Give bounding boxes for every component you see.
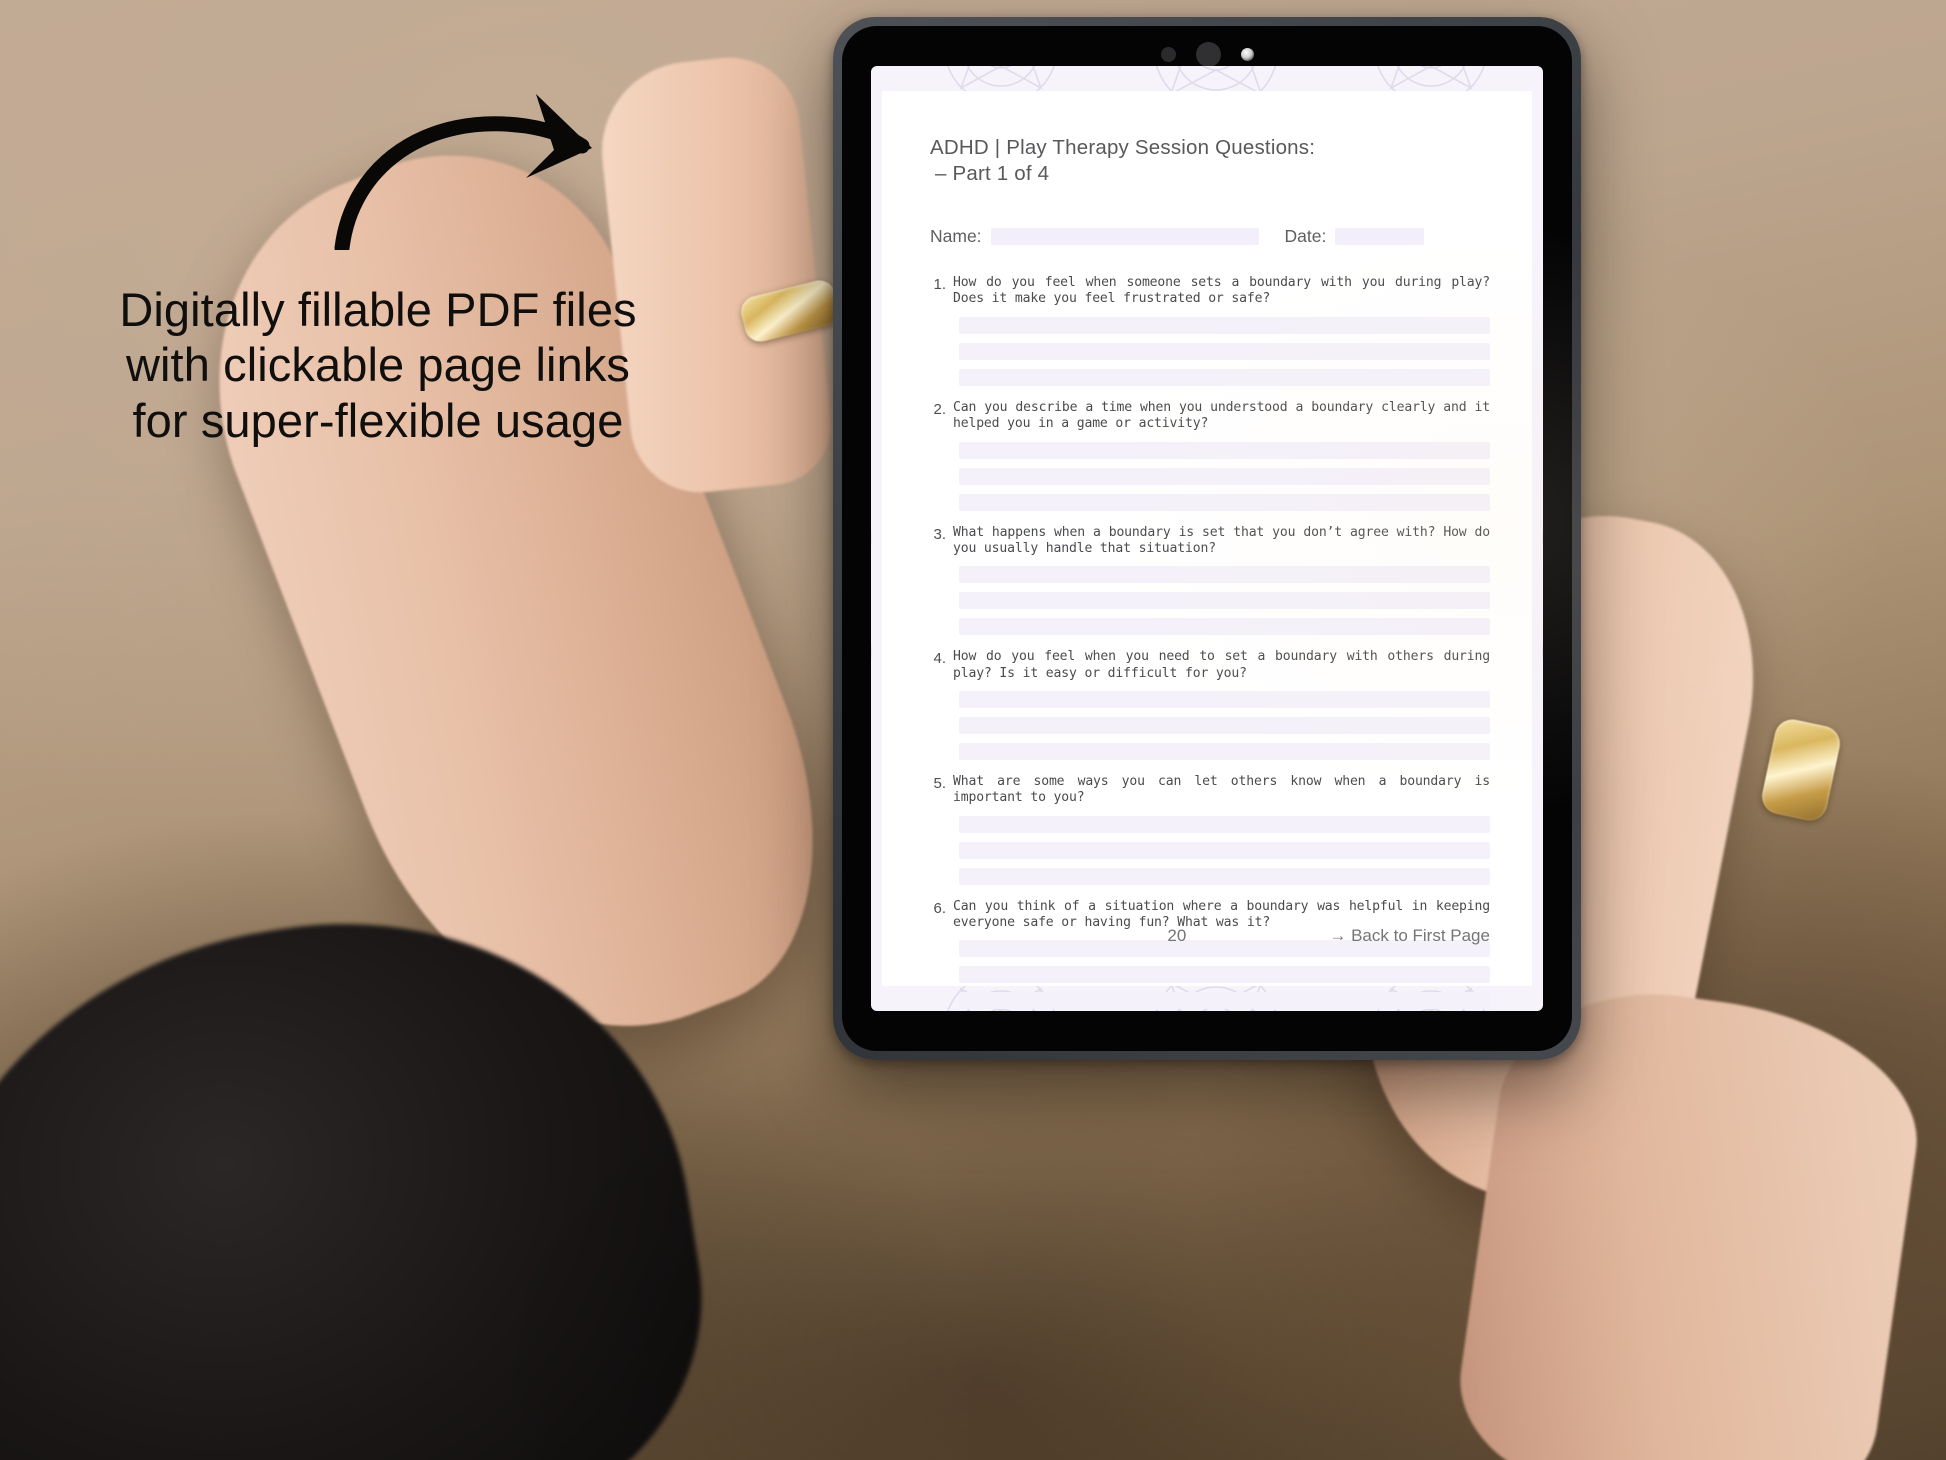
answer-line[interactable] bbox=[959, 841, 1490, 859]
date-input[interactable] bbox=[1335, 228, 1425, 246]
question-text: How do you feel when someone sets a boun… bbox=[953, 275, 1490, 307]
meta-row: Name: Date: bbox=[924, 226, 1490, 247]
answer-line[interactable] bbox=[959, 493, 1490, 511]
promo-text: Digitally fillable PDF files with clicka… bbox=[58, 282, 698, 448]
question-number: 5. bbox=[933, 774, 946, 792]
scene-background: Digitally fillable PDF files with clicka… bbox=[0, 0, 1946, 1460]
answer-line[interactable] bbox=[959, 867, 1490, 885]
question-text: What happens when a boundary is set that… bbox=[953, 524, 1490, 556]
answer-line[interactable] bbox=[959, 690, 1490, 708]
question-body: What happens when a boundary is set that… bbox=[946, 525, 1490, 636]
right-hand-ring bbox=[1758, 716, 1844, 824]
back-to-first-page-link[interactable]: → Back to First Page bbox=[1329, 926, 1490, 946]
page-number: 20 bbox=[1167, 926, 1187, 945]
answer-area[interactable] bbox=[959, 690, 1490, 760]
answer-line[interactable] bbox=[959, 467, 1490, 485]
question-number: 6. bbox=[933, 899, 946, 917]
questions-list: 1. How do you feel when someone sets a b… bbox=[924, 275, 1490, 1010]
question-body: What are some ways you can let others kn… bbox=[946, 774, 1490, 885]
page-title: ADHD | Play Therapy Session Questions: bbox=[930, 136, 1316, 159]
question-item: 1. How do you feel when someone sets a b… bbox=[924, 275, 1490, 386]
camera-dot-icon bbox=[1195, 42, 1221, 67]
tablet-screen[interactable]: ADHD | Play Therapy Session Questions: –… bbox=[871, 66, 1543, 1011]
question-item: 6. Can you think of a situation where a … bbox=[924, 899, 1490, 1010]
answer-area[interactable] bbox=[959, 441, 1490, 511]
page-subtitle: – Part 1 of 4 bbox=[935, 162, 1050, 186]
question-text: Can you describe a time when you underst… bbox=[953, 399, 1490, 432]
question-number: 3. bbox=[933, 525, 946, 543]
promo-line-3: for super-flexible usage bbox=[132, 393, 624, 447]
question-body: Can you describe a time when you underst… bbox=[946, 400, 1490, 511]
sensor-dot-icon bbox=[1160, 47, 1176, 62]
curved-arrow-right-icon bbox=[330, 70, 630, 256]
promo-line-1: Digitally fillable PDF files bbox=[119, 283, 637, 336]
name-label: Name: bbox=[930, 226, 982, 247]
name-input[interactable] bbox=[990, 228, 1259, 246]
question-text: How do you feel when you need to set a b… bbox=[953, 649, 1490, 681]
answer-line[interactable] bbox=[959, 618, 1490, 636]
answer-line[interactable] bbox=[959, 566, 1490, 584]
question-item: 3. What happens when a boundary is set t… bbox=[924, 525, 1490, 636]
question-body: How do you feel when you need to set a b… bbox=[946, 649, 1490, 760]
question-text: What are some ways you can let others kn… bbox=[953, 773, 1490, 806]
answer-line[interactable] bbox=[959, 992, 1490, 1010]
answer-line[interactable] bbox=[959, 966, 1490, 984]
promo-line-2: with clickable page links bbox=[125, 338, 631, 392]
answer-line[interactable] bbox=[959, 815, 1490, 833]
answer-line[interactable] bbox=[959, 342, 1490, 360]
answer-line[interactable] bbox=[959, 592, 1490, 610]
answer-line[interactable] bbox=[959, 316, 1490, 334]
answer-line[interactable] bbox=[959, 716, 1490, 734]
answer-line[interactable] bbox=[959, 368, 1490, 386]
answer-line[interactable] bbox=[959, 441, 1490, 459]
question-number: 4. bbox=[933, 650, 946, 668]
camera-cluster bbox=[842, 42, 1572, 67]
answer-line[interactable] bbox=[959, 742, 1490, 760]
question-body: How do you feel when someone sets a boun… bbox=[946, 275, 1490, 386]
tablet-device: ADHD | Play Therapy Session Questions: –… bbox=[833, 17, 1581, 1060]
question-number: 1. bbox=[933, 276, 946, 294]
question-number: 2. bbox=[933, 400, 946, 418]
question-body: Can you think of a situation where a bou… bbox=[946, 899, 1490, 1010]
answer-area[interactable] bbox=[959, 316, 1490, 386]
document-page: ADHD | Play Therapy Session Questions: –… bbox=[882, 91, 1532, 1010]
question-item: 5. What are some ways you can let others… bbox=[924, 774, 1490, 885]
camera-lens-icon bbox=[1240, 48, 1254, 61]
answer-area[interactable] bbox=[959, 815, 1490, 885]
tablet-bezel: ADHD | Play Therapy Session Questions: –… bbox=[842, 26, 1572, 1051]
page-footer: 20 → Back to First Page bbox=[924, 926, 1490, 946]
question-item: 4. How do you feel when you need to set … bbox=[924, 649, 1490, 760]
date-label: Date: bbox=[1284, 226, 1327, 247]
question-item: 2. Can you describe a time when you unde… bbox=[924, 400, 1490, 511]
answer-area[interactable] bbox=[959, 940, 1490, 1010]
answer-area[interactable] bbox=[959, 566, 1490, 636]
